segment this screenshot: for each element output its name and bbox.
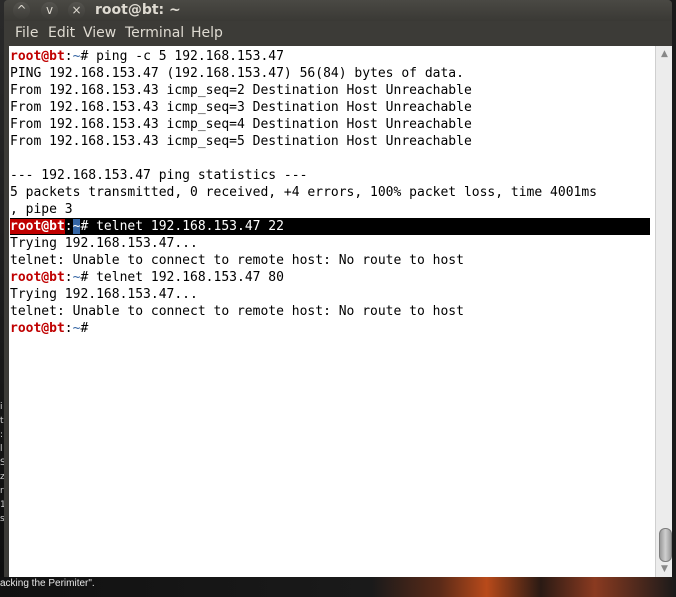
- scrollbar-thumb[interactable]: [659, 528, 672, 562]
- menu-bar: File Edit View Terminal Help: [4, 21, 672, 45]
- prompt-user: root@bt: [10, 321, 65, 336]
- maximize-button[interactable]: ^: [13, 2, 30, 19]
- menu-file[interactable]: File: [15, 25, 38, 41]
- command-text: #: [80, 321, 89, 336]
- prompt-separator: :: [64, 49, 73, 64]
- close-button[interactable]: ×: [68, 2, 85, 19]
- terminal-command-line: root@bt:~# telnet 192.168.153.47 22: [10, 218, 650, 235]
- prompt-user: root@bt: [10, 219, 65, 234]
- command-text: # telnet 192.168.153.47 80: [80, 270, 284, 285]
- prompt-user: root@bt: [10, 49, 65, 64]
- terminal-command-line: root@bt:~#: [10, 320, 650, 337]
- terminal-output-line: From 192.168.153.43 icmp_seq=4 Destinati…: [10, 117, 472, 132]
- prompt-separator: :: [64, 219, 73, 234]
- desktop-wallpaper-strip: [0, 577, 676, 597]
- menu-edit[interactable]: Edit: [48, 25, 75, 41]
- prompt-separator: :: [64, 270, 73, 285]
- command-text: # ping -c 5 192.168.153.47: [80, 49, 284, 64]
- scroll-down-icon[interactable]: ▼: [656, 562, 672, 576]
- prompt-user: root@bt: [10, 270, 65, 285]
- window-title: root@bt: ~: [95, 2, 181, 18]
- terminal-output[interactable]: root@bt:~# ping -c 5 192.168.153.47 PING …: [9, 46, 655, 577]
- terminal-command-line: root@bt:~# telnet 192.168.153.47 80: [10, 269, 650, 286]
- scroll-up-icon[interactable]: ▲: [656, 47, 672, 61]
- command-text: # telnet 192.168.153.47 22: [80, 219, 284, 234]
- chevron-down-icon: v: [45, 3, 54, 17]
- terminal-output-line: Trying 192.168.153.47...: [10, 287, 198, 302]
- terminal-command-line: root@bt:~# ping -c 5 192.168.153.47: [10, 48, 650, 65]
- terminal-output-line: Trying 192.168.153.47...: [10, 236, 198, 251]
- close-icon: ×: [71, 3, 82, 17]
- menu-help[interactable]: Help: [191, 25, 223, 41]
- terminal-output-line: From 192.168.153.43 icmp_seq=3 Destinati…: [10, 100, 472, 115]
- vertical-scrollbar[interactable]: ▲ ▼: [655, 46, 672, 577]
- terminal-output-line: , pipe 3: [10, 202, 73, 217]
- terminal-output-line: telnet: Unable to connect to remote host…: [10, 304, 464, 319]
- terminal-window: ^ v × root@bt: ~ File Edit View Terminal…: [4, 0, 672, 577]
- terminal-output-line: 5 packets transmitted, 0 received, +4 er…: [10, 185, 597, 200]
- chevron-up-icon: ^: [16, 3, 27, 17]
- menu-terminal[interactable]: Terminal: [125, 25, 184, 41]
- terminal-output-line: telnet: Unable to connect to remote host…: [10, 253, 464, 268]
- prompt-separator: :: [64, 321, 73, 336]
- terminal-output-line: From 192.168.153.43 icmp_seq=5 Destinati…: [10, 134, 472, 149]
- desktop-caption: acking the Perimiter".: [0, 578, 95, 589]
- terminal-output-line: --- 192.168.153.47 ping statistics ---: [10, 168, 308, 183]
- terminal-output-line: From 192.168.153.43 icmp_seq=2 Destinati…: [10, 83, 472, 98]
- terminal-output-line: PING 192.168.153.47 (192.168.153.47) 56(…: [10, 66, 464, 81]
- menu-view[interactable]: View: [83, 25, 116, 41]
- minimize-button[interactable]: v: [41, 2, 58, 19]
- title-bar[interactable]: ^ v × root@bt: ~: [4, 0, 672, 21]
